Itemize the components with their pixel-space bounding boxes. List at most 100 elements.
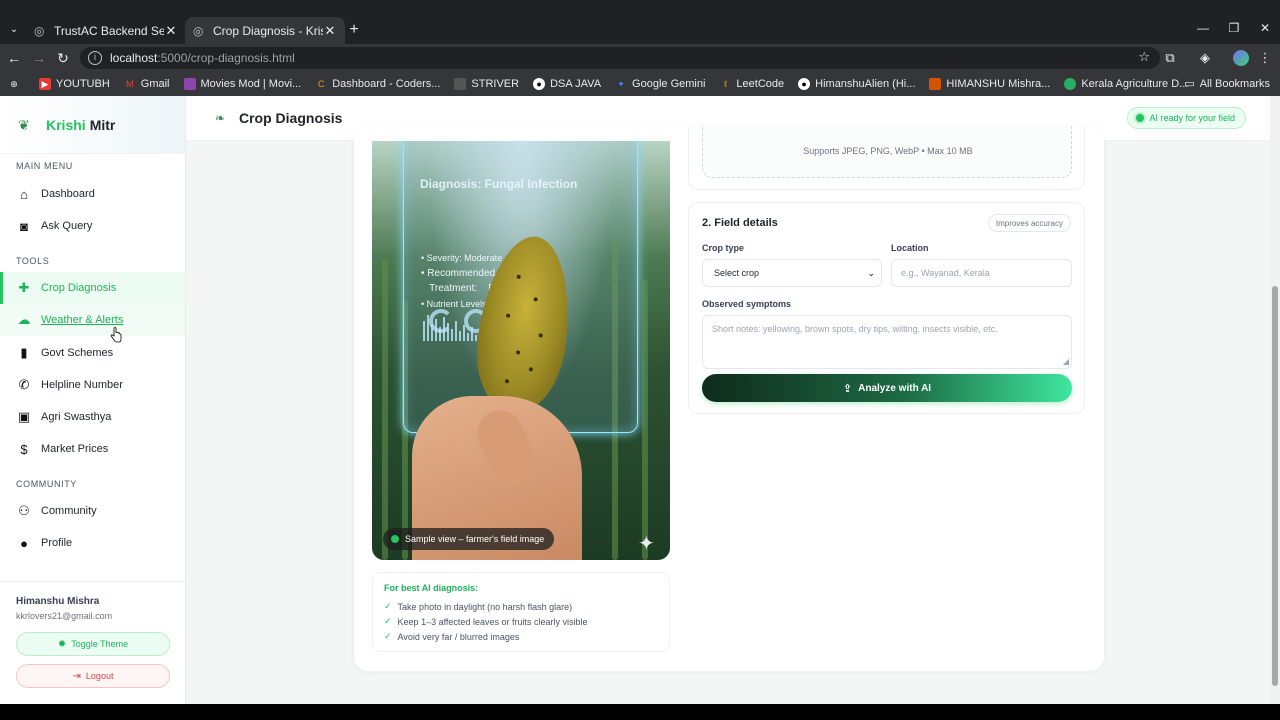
sidebar-item-weather-alerts[interactable]: ☁ Weather & Alerts	[0, 304, 185, 336]
bookmark-item[interactable]: ▶ YOUTUBH	[39, 78, 110, 90]
brand-name-second: Mitr	[89, 116, 116, 133]
sample-view-label: Sample view – farmer's field image	[405, 534, 545, 544]
analyze-with-ai-button[interactable]: ⇪ Analyze with AI	[702, 374, 1072, 402]
bookmark-label: HIMANSHU Mishra...	[946, 78, 1051, 90]
reload-icon[interactable]: ↻	[54, 49, 72, 67]
bookmark-item[interactable]: Movies Mod | Movi...	[183, 78, 302, 90]
apps-icon: ⊕	[10, 79, 18, 89]
bookmark-label: STRIVER	[471, 78, 520, 90]
all-bookmarks-label: All Bookmarks	[1199, 77, 1270, 90]
sidebar-item-dashboard[interactable]: ⌂ Dashboard	[0, 178, 185, 210]
location-label: Location	[891, 243, 929, 253]
menu-icon[interactable]: ⋮	[1256, 49, 1274, 67]
window-close-icon[interactable]: ✕	[1255, 21, 1275, 35]
browser-tab-crop-diagnosis[interactable]: ◎ Crop Diagnosis - KrishiMitr ✕	[185, 17, 345, 44]
gmail-icon: M	[126, 79, 134, 89]
bookmark-apps[interactable]: ⊕	[8, 78, 25, 90]
gear-icon: ✹	[57, 638, 67, 650]
close-icon[interactable]: ✕	[323, 23, 337, 39]
bookmark-item[interactable]: ● DSA JAVA	[533, 78, 601, 90]
sidebar-item-ask-query[interactable]: ◙ Ask Query	[0, 210, 185, 242]
robot-icon: ◙	[20, 218, 28, 234]
plant-logo-icon: ❦	[18, 116, 30, 133]
all-bookmarks[interactable]: ▭ All Bookmarks	[1184, 77, 1270, 91]
toggle-theme-button[interactable]: ✹ Toggle Theme	[16, 632, 170, 656]
sidebar-item-label: Agri Swasthya	[41, 411, 112, 423]
bookmark-label: Google Gemini	[632, 78, 706, 90]
sidebar: ❦ Krishi Mitr MAIN MENU ⌂ Dashboard ◙ As…	[0, 96, 186, 704]
bookmark-icon	[183, 78, 196, 90]
field-details-title: 2. Field details	[702, 217, 778, 229]
close-icon[interactable]: ✕	[164, 23, 178, 39]
folder-icon: ▭	[1184, 78, 1195, 90]
bookmark-item[interactable]: M Gmail	[124, 78, 169, 90]
logout-button[interactable]: ⇥ Logout	[16, 664, 170, 688]
bookmark-label: LeetCode	[736, 78, 785, 90]
bookmark-star-icon[interactable]: ☆	[1138, 49, 1150, 65]
section-label-community: COMMUNITY	[16, 479, 77, 489]
brand[interactable]: ❦ Krishi Mitr	[0, 96, 185, 154]
user-email: kkrlovers21@gmail.com	[16, 611, 113, 621]
bookmark-label: Kerala Agriculture D...	[1081, 78, 1189, 90]
sidebar-item-govt-schemes[interactable]: ▮ Govt Schemes	[0, 337, 185, 369]
page-title: Crop Diagnosis	[239, 110, 343, 126]
sidebar-item-label: Helpline Number	[41, 379, 123, 391]
restore-icon[interactable]: ❐	[1224, 21, 1244, 35]
new-tab-icon[interactable]: +	[345, 21, 363, 39]
back-icon[interactable]: ←	[5, 49, 23, 67]
sidebar-footer: Himanshu Mishra kkrlovers21@gmail.com ✹ …	[0, 581, 185, 704]
sidebar-item-agri-swasthya[interactable]: ▣ Agri Swasthya	[0, 401, 185, 433]
profile-avatar[interactable]	[1233, 50, 1249, 66]
browser-tab-trustac[interactable]: ◎ TrustAC Backend Setup ✕	[26, 17, 186, 44]
leaf-icon: ❧	[215, 111, 226, 125]
minimize-icon[interactable]: —	[1193, 21, 1213, 35]
address-bar[interactable]: i localhost:5000/crop-diagnosis.html ☆	[80, 47, 1160, 69]
bookmark-label: Movies Mod | Movi...	[200, 78, 302, 90]
bookmark-item[interactable]: HIMANSHU Mishra...	[929, 78, 1050, 90]
sidebar-item-profile[interactable]: ● Profile	[0, 527, 185, 559]
github-icon: ●	[533, 78, 546, 90]
bookmark-item[interactable]: Kerala Agriculture D...	[1064, 78, 1188, 90]
location-input[interactable]: e.g., Wayanad, Kerala	[891, 259, 1072, 287]
resize-handle-icon[interactable]: ◢	[1063, 357, 1069, 366]
tip-text: Avoid very far / blurred images	[397, 631, 520, 642]
sidebar-item-label: Dashboard	[41, 188, 95, 200]
upload-hint: Supports JPEG, PNG, WebP • Max 10 MB	[803, 146, 973, 156]
gemini-icon: ✦	[617, 79, 625, 89]
users-icon: ⚇	[18, 503, 30, 518]
tab-search-icon[interactable]: ⌄	[5, 21, 23, 39]
media-icon[interactable]: ◈	[1196, 49, 1214, 67]
bookmark-item[interactable]: ℓ LeetCode	[719, 78, 784, 90]
sidebar-item-crop-diagnosis[interactable]: ✚ Crop Diagnosis	[0, 272, 185, 304]
taskbar-edge	[0, 704, 1280, 720]
upload-dropzone[interactable]: Supports JPEG, PNG, WebP • Max 10 MB	[702, 126, 1072, 178]
check-icon: ✓	[384, 601, 392, 611]
hud-line: • Severity: Moderate	[421, 253, 503, 263]
bookmark-item[interactable]: ● HimanshuAlien (Hi...	[798, 78, 915, 90]
sidebar-item-label: Profile	[41, 537, 73, 549]
cloud-sun-icon: ☁	[17, 312, 31, 327]
bookmarks-bar: ⊕ ▶ YOUTUBH M Gmail Movies Mod | Movi... C…	[0, 72, 1280, 96]
bookmark-item[interactable]: STRIVER	[454, 78, 519, 90]
sidebar-item-label: Govt Schemes	[41, 347, 114, 359]
sidebar-item-label: Crop Diagnosis	[41, 282, 117, 294]
crop-type-select[interactable]: Select crop ⌄	[702, 259, 882, 287]
status-dot-icon	[391, 535, 399, 543]
info-icon[interactable]: i	[88, 51, 102, 65]
sample-view-badge: Sample view – farmer's field image	[383, 528, 555, 550]
scrollbar-thumb[interactable]	[1272, 286, 1278, 686]
briefcase-medical-icon: ▣	[17, 409, 31, 424]
extensions-icon[interactable]: ⧉	[1161, 49, 1179, 67]
page-scrollbar[interactable]	[1270, 96, 1280, 704]
forward-icon[interactable]: →	[30, 49, 48, 67]
bookmark-item[interactable]: C Dashboard - Coders...	[315, 78, 440, 90]
bookmark-label: Dashboard - Coders...	[332, 78, 441, 90]
sidebar-item-community[interactable]: ⚇ Community	[0, 495, 185, 527]
bookmark-item[interactable]: ✦ Google Gemini	[615, 78, 705, 90]
tip-item: ✓ Keep 1–3 affected leaves or fruits clea…	[384, 614, 658, 629]
bookmark-icon: C	[317, 79, 325, 89]
symptoms-textarea[interactable]: Short notes: yellowing, brown spots, dry…	[702, 315, 1072, 369]
sidebar-item-helpline-number[interactable]: ✆ Helpline Number	[0, 369, 185, 401]
logout-label: Logout	[85, 671, 114, 681]
sidebar-item-market-prices[interactable]: $ Market Prices	[0, 433, 185, 465]
